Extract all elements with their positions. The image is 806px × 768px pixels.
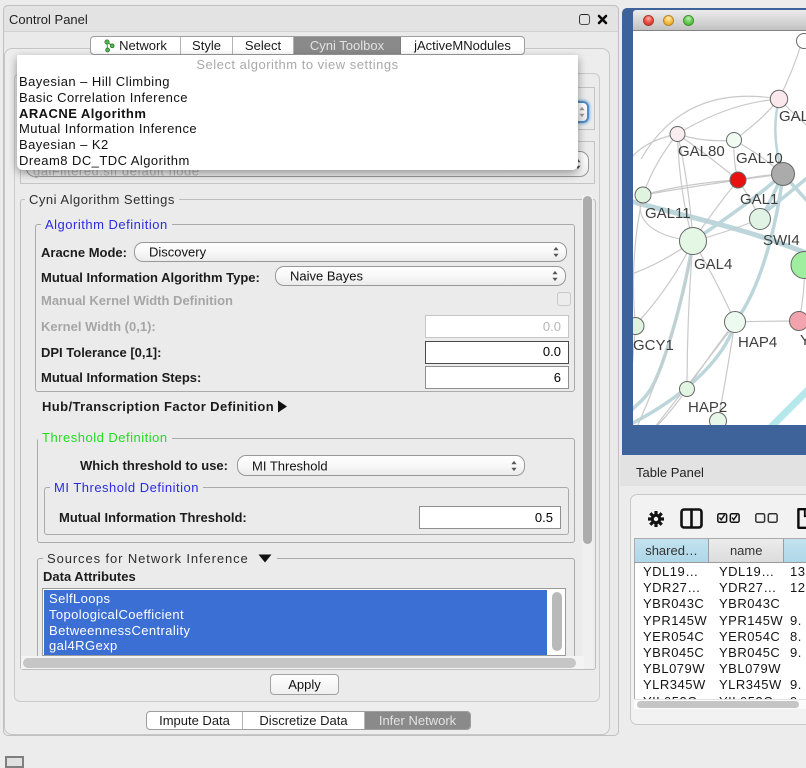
svg-text:HAP2: HAP2 (688, 399, 727, 416)
svg-text:GCY1: GCY1 (633, 337, 674, 354)
svg-text:GAL10: GAL10 (736, 150, 783, 167)
svg-text:HAP4: HAP4 (738, 334, 777, 351)
svg-text:YJR048W: YJR048W (800, 332, 806, 349)
svg-text:SWI4: SWI4 (763, 232, 800, 249)
svg-text:GAL2: GAL2 (779, 108, 806, 125)
svg-text:GAL1: GAL1 (740, 191, 778, 208)
svg-text:GAL4: GAL4 (694, 256, 732, 273)
svg-text:GAL11: GAL11 (645, 205, 691, 222)
svg-text:GAL80: GAL80 (678, 143, 725, 160)
